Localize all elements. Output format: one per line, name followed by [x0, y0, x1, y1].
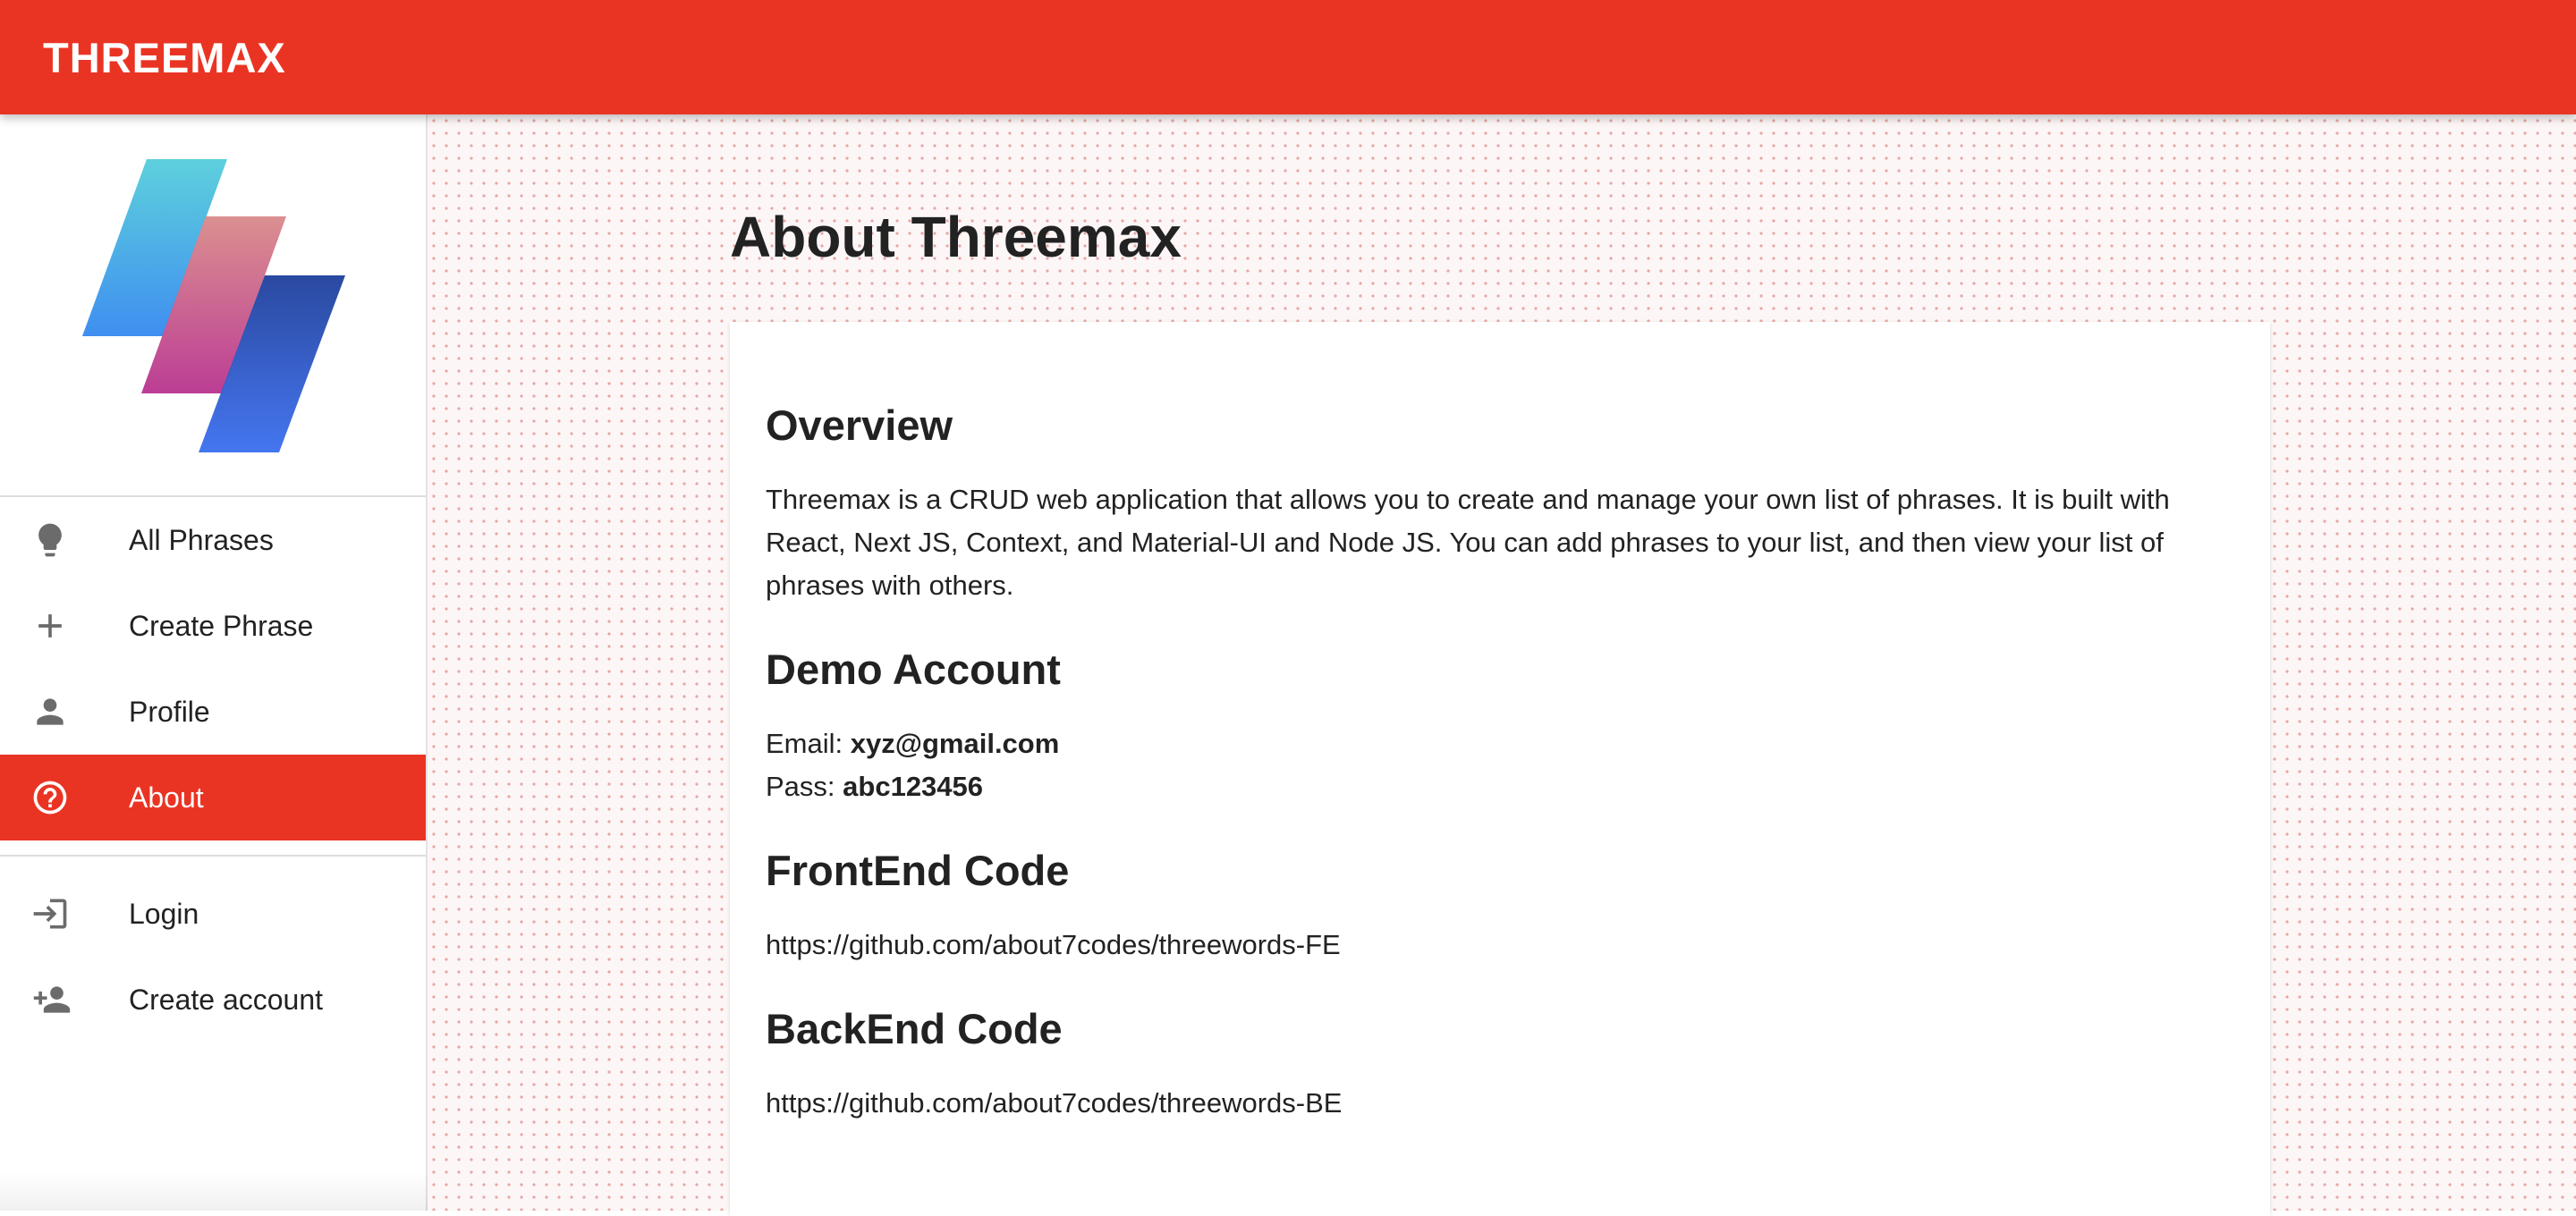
nav-item-profile[interactable]: Profile: [0, 669, 426, 755]
person-icon: [0, 692, 129, 731]
app-title[interactable]: THREEMAX: [43, 33, 286, 82]
nav-label-all-phrases: All Phrases: [129, 523, 274, 556]
demo-account-heading: Demo Account: [766, 646, 1061, 693]
backend-heading: BackEnd Code: [766, 1005, 1063, 1052]
demo-pass-value: abc123456: [843, 771, 984, 802]
person-add-icon: [0, 980, 129, 1019]
app-bar: THREEMAX: [0, 0, 2576, 114]
frontend-heading: FrontEnd Code: [766, 847, 1070, 894]
backend-url[interactable]: https://github.com/about7codes/threeword…: [766, 1082, 2234, 1125]
nav-label-create-phrase: Create Phrase: [129, 609, 314, 642]
sidebar: All Phrases Create Phrase Profile About: [0, 114, 428, 1211]
about-card: Overview Threemax is a CRUD web applicat…: [730, 322, 2270, 1216]
logo-container: [0, 114, 426, 497]
primary-nav: All Phrases Create Phrase Profile About: [0, 497, 426, 840]
nav-label-profile: Profile: [129, 695, 210, 728]
help-circle-icon: [0, 778, 129, 817]
nav-divider: [0, 855, 426, 857]
demo-email-line: Email: xyz@gmail.com: [766, 722, 2234, 765]
overview-heading: Overview: [766, 401, 953, 449]
secondary-nav: Login Create account: [0, 871, 426, 1043]
nav-item-login[interactable]: Login: [0, 871, 426, 957]
threemax-logo: [82, 159, 345, 452]
demo-email-value: xyz@gmail.com: [850, 728, 1060, 759]
nav-label-login: Login: [129, 897, 199, 930]
overview-text: Threemax is a CRUD web application that …: [766, 484, 2170, 601]
demo-email-label: Email:: [766, 728, 843, 759]
nav-item-all-phrases[interactable]: All Phrases: [0, 497, 426, 583]
login-icon: [0, 894, 129, 933]
demo-pass-label: Pass:: [766, 771, 835, 802]
plus-icon: [0, 606, 129, 646]
nav-item-create-account[interactable]: Create account: [0, 957, 426, 1043]
frontend-url[interactable]: https://github.com/about7codes/threeword…: [766, 924, 2234, 967]
demo-pass-line: Pass: abc123456: [766, 765, 2234, 808]
nav-label-about: About: [129, 781, 204, 814]
main-content: About Threemax Overview Threemax is a CR…: [428, 114, 2576, 1216]
nav-item-about[interactable]: About: [0, 755, 426, 840]
page-title: About Threemax: [730, 205, 1182, 269]
nav-item-create-phrase[interactable]: Create Phrase: [0, 583, 426, 669]
nav-label-create-account: Create account: [129, 983, 324, 1016]
lightbulb-icon: [0, 520, 129, 560]
